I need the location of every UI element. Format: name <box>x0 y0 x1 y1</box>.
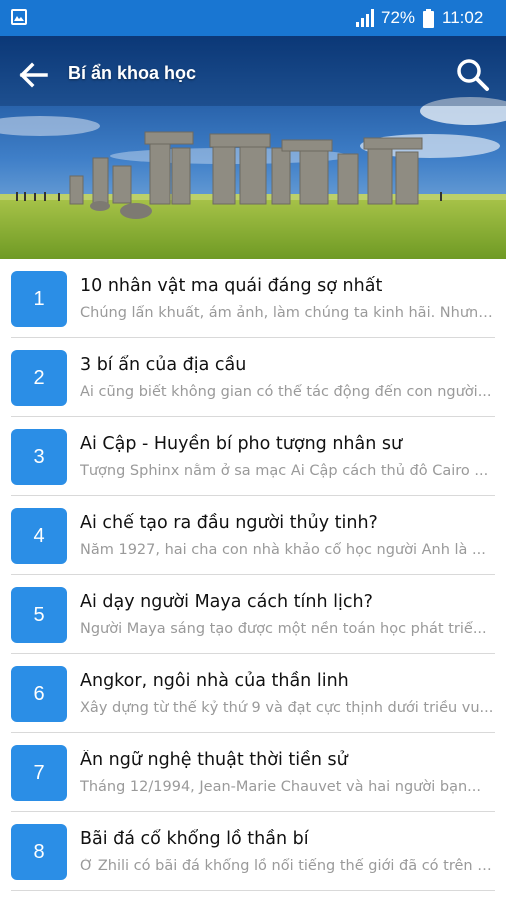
item-title: Ai dạy người Maya cách tính lịch? <box>80 592 373 612</box>
item-title: Ai Cập - Huyền bí pho tượng nhân sư <box>80 434 403 454</box>
item-snippet: Chúng lẩn khuất, ám ảnh, làm chúng ta ki… <box>80 305 494 321</box>
page-title: Bí ẩn khoa học <box>68 63 197 83</box>
list-item[interactable]: 3 Ai Cập - Huyền bí pho tượng nhân sư Tư… <box>0 417 506 496</box>
article-list: 1 10 nhân vật ma quái đáng sợ nhất Chúng… <box>0 259 506 900</box>
toolbar: Bí ẩn khoa học <box>0 36 506 112</box>
item-title: Ẩn ngữ nghệ thuật thời tiền sử <box>80 750 348 770</box>
item-title: Bãi đá cổ khổng lồ thần bí <box>80 829 309 849</box>
item-snippet: Người Maya sáng tạo được một nền toán họ… <box>80 621 487 637</box>
item-snippet: Năm 1927, hai cha con nhà khảo cổ học ng… <box>80 542 486 558</box>
divider <box>11 890 495 891</box>
list-item[interactable]: 6 Angkor, ngôi nhà của thần linh Xây dựn… <box>0 654 506 733</box>
item-title: Ai chế tạo ra đầu người thủy tinh? <box>80 513 378 533</box>
battery-icon <box>423 9 434 32</box>
list-item[interactable]: 8 Bãi đá cổ khổng lồ thần bí Ở Zhili có … <box>0 812 506 891</box>
item-snippet: Tượng Sphinx nằm ở sa mạc Ai Cập cách th… <box>80 463 489 479</box>
item-snippet: Ai cũng biết không gian có thể tác động … <box>80 384 492 400</box>
item-snippet: Ở Zhili có bãi đá khổng lồ nổi tiếng thế… <box>80 858 494 874</box>
item-number-badge: 2 <box>11 350 67 406</box>
item-snippet: Tháng 12/1994, Jean-Marie Chauvet và hai… <box>80 779 481 795</box>
item-title: 3 bí ẩn của địa cầu <box>80 355 247 375</box>
battery-percentage: 72% <box>381 8 416 27</box>
item-number-badge: 6 <box>11 666 67 722</box>
item-title: 10 nhân vật ma quái đáng sợ nhất <box>80 276 383 296</box>
item-number-badge: 3 <box>11 429 67 485</box>
gallery-icon <box>11 9 27 25</box>
item-title: Angkor, ngôi nhà của thần linh <box>80 671 349 691</box>
item-number-badge: 4 <box>11 508 67 564</box>
status-bar: 72% 11:02 <box>0 0 506 36</box>
signal-icon <box>356 9 376 31</box>
item-number-badge: 7 <box>11 745 67 801</box>
arrow-back-icon[interactable] <box>14 55 54 95</box>
item-number-badge: 5 <box>11 587 67 643</box>
list-item[interactable]: 5 Ai dạy người Maya cách tính lịch? Ngườ… <box>0 575 506 654</box>
item-number-badge: 1 <box>11 271 67 327</box>
item-number-badge: 8 <box>11 824 67 880</box>
clock: 11:02 <box>442 8 484 27</box>
list-item[interactable]: 7 Ẩn ngữ nghệ thuật thời tiền sử Tháng 1… <box>0 733 506 812</box>
search-icon[interactable] <box>452 54 494 96</box>
list-item[interactable]: 2 3 bí ẩn của địa cầu Ai cũng biết không… <box>0 338 506 417</box>
list-item[interactable]: 4 Ai chế tạo ra đầu người thủy tinh? Năm… <box>0 496 506 575</box>
item-snippet: Xây dựng từ thế kỷ thứ 9 và đạt cực thịn… <box>80 700 494 716</box>
list-item[interactable]: 1 10 nhân vật ma quái đáng sợ nhất Chúng… <box>0 259 506 338</box>
